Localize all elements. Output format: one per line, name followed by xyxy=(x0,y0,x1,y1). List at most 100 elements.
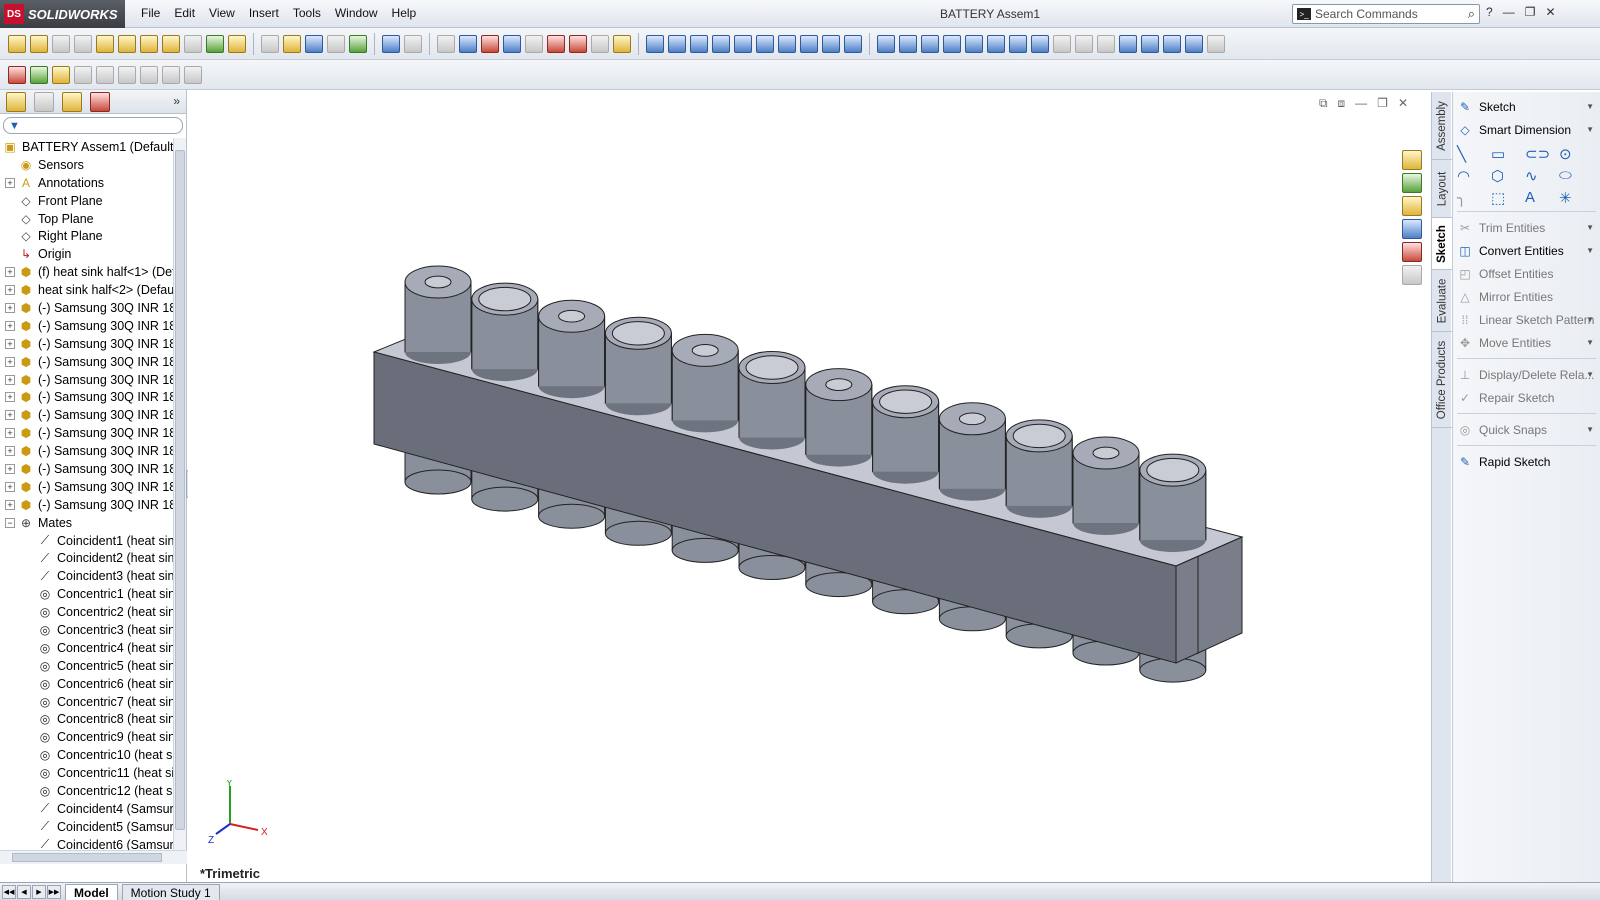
featuremanager-tab-icon[interactable] xyxy=(6,91,26,112)
restore-icon[interactable]: ❐ xyxy=(1525,5,1536,19)
hidden-lines-icon[interactable] xyxy=(1075,34,1093,53)
file-explorer-icon[interactable] xyxy=(1402,196,1422,216)
polygon-icon[interactable]: ⬡ xyxy=(1491,167,1525,185)
cell-terminal[interactable] xyxy=(958,412,986,426)
scroll-thumb[interactable] xyxy=(175,150,185,830)
rotate-icon[interactable] xyxy=(965,34,983,53)
repair-sketch-button[interactable]: ✓ Repair Sketch xyxy=(1453,386,1600,409)
expand-toggle-icon[interactable]: + xyxy=(5,302,15,313)
tree-item[interactable]: ◇ Right Plane xyxy=(0,227,173,245)
tree-item[interactable]: + ⬢ (-) Samsung 30Q INR 186 xyxy=(0,442,173,460)
expand-toggle-icon[interactable]: + xyxy=(5,374,15,385)
shaded-icon[interactable] xyxy=(1141,34,1159,53)
realview-icon[interactable] xyxy=(1207,34,1225,53)
render-final-icon[interactable] xyxy=(96,65,114,84)
appearances-scenes-icon[interactable] xyxy=(1402,242,1422,262)
print-icon[interactable] xyxy=(327,34,345,53)
view-dimetric-icon[interactable] xyxy=(844,34,862,53)
expand-toggle-icon[interactable]: + xyxy=(5,320,15,331)
mate-item[interactable]: ◎ Concentric1 (heat sin xyxy=(0,585,173,603)
tab-office-products[interactable]: Office Products xyxy=(1432,332,1452,428)
expand-toggle-icon[interactable]: − xyxy=(5,517,15,528)
shadows-icon[interactable] xyxy=(1163,34,1181,53)
fillet-icon[interactable]: ╮ xyxy=(1457,189,1491,207)
mate-item[interactable]: ⟋ Coincident3 (heat sin xyxy=(0,567,173,585)
tab-sketch[interactable]: Sketch xyxy=(1432,218,1452,270)
cell-bottom-cap[interactable] xyxy=(471,486,539,512)
tree-filter-input[interactable]: ▼ xyxy=(3,117,183,134)
mate-item[interactable]: ⟋ Coincident4 (Samsur xyxy=(0,800,173,818)
search-commands[interactable]: >_ Search Commands ⌕ xyxy=(1292,4,1480,24)
minimize-icon[interactable]: — xyxy=(1503,5,1515,19)
view-palette-icon[interactable] xyxy=(1402,219,1422,239)
next-tab-icon[interactable]: ▶ xyxy=(32,885,46,899)
mate-item[interactable]: ◎ Concentric11 (heat si xyxy=(0,764,173,782)
expand-toggle-icon[interactable]: + xyxy=(5,338,15,349)
tree-item[interactable]: ◉ Sensors xyxy=(0,156,173,174)
display-delete-relations-button[interactable]: ⊥ Display/Delete Rela... ▼ xyxy=(1453,363,1600,386)
mate-item[interactable]: ◎ Concentric8 (heat sin xyxy=(0,711,173,729)
menu-edit[interactable]: Edit xyxy=(167,6,202,20)
displaymanager-tab-icon[interactable] xyxy=(90,91,110,112)
tree-item[interactable]: + ⬢ (-) Samsung 30Q INR 186 xyxy=(0,424,173,442)
zoom-area-icon[interactable] xyxy=(899,34,917,53)
close-icon[interactable]: ✕ xyxy=(1545,5,1555,19)
dropdown-arrow-icon[interactable]: ▼ xyxy=(1586,125,1594,134)
pan-icon[interactable] xyxy=(987,34,1005,53)
toolbar-new-motion-study-icon[interactable] xyxy=(206,34,224,53)
tree-item[interactable]: + ⬢ (-) Samsung 30Q INR 186 xyxy=(0,335,173,353)
cell-bottom-cap[interactable] xyxy=(404,469,472,495)
appearance-icon[interactable] xyxy=(8,65,26,84)
mate-item[interactable]: ◎ Concentric7 (heat sin xyxy=(0,693,173,711)
rapid-sketch-button[interactable]: ✎ Rapid Sketch xyxy=(1453,450,1600,473)
cell-terminal[interactable] xyxy=(1146,457,1200,483)
zoom-selection-icon[interactable] xyxy=(943,34,961,53)
solidworks-resources-icon[interactable] xyxy=(1402,150,1422,170)
toolbar-reference-geometry-icon[interactable] xyxy=(184,34,202,53)
menu-help[interactable]: Help xyxy=(385,6,424,20)
point-icon[interactable]: ✳ xyxy=(1559,189,1593,207)
traffic-light-icon[interactable] xyxy=(481,34,499,53)
toolbar-insert-component-icon[interactable] xyxy=(8,34,26,53)
mate-item[interactable]: ⟋ Coincident6 (Samsur xyxy=(0,836,173,850)
smart-dimension-button[interactable]: ◇ Smart Dimension ▼ xyxy=(1453,118,1600,141)
linear-sketch-pattern-button[interactable]: ⁞⁞ Linear Sketch Pattern ▼ xyxy=(1453,308,1600,331)
tab-motion-study[interactable]: Motion Study 1 xyxy=(121,884,220,900)
expand-toggle-icon[interactable]: + xyxy=(5,392,15,403)
wireframe-icon[interactable] xyxy=(1053,34,1071,53)
redo-icon[interactable] xyxy=(404,34,422,53)
propertymanager-tab-icon[interactable] xyxy=(34,91,54,112)
mate-item[interactable]: ◎ Concentric4 (heat sin xyxy=(0,639,173,657)
dropdown-arrow-icon[interactable]: ▼ xyxy=(1586,102,1594,111)
search-input[interactable]: Search Commands xyxy=(1315,7,1418,21)
roll-view-icon[interactable] xyxy=(1009,34,1027,53)
expand-toggle-icon[interactable]: + xyxy=(5,446,15,457)
cell-terminal[interactable] xyxy=(478,286,532,312)
tab-model[interactable]: Model xyxy=(65,884,118,900)
cell-bottom-cap[interactable] xyxy=(671,537,739,563)
toolbar-assembly-features-icon[interactable] xyxy=(162,34,180,53)
toolbar-linear-pattern-icon[interactable] xyxy=(74,34,92,53)
tab-layout[interactable]: Layout xyxy=(1432,160,1452,218)
mate-item[interactable]: ◎ Concentric10 (heat si xyxy=(0,746,173,764)
hidden-removed-icon[interactable] xyxy=(1097,34,1115,53)
plane-sketch-icon[interactable]: ⬚ xyxy=(1491,189,1525,207)
tree-item[interactable]: + ⬢ (-) Samsung 30Q INR 186 xyxy=(0,478,173,496)
section-view-icon[interactable] xyxy=(1031,34,1049,53)
render-schedule-icon[interactable] xyxy=(162,65,180,84)
tree-item[interactable]: ◇ Front Plane xyxy=(0,192,173,210)
ellipse-icon[interactable]: ⬭ xyxy=(1559,167,1593,185)
first-tab-icon[interactable]: ◀◀ xyxy=(2,885,16,899)
mate-item[interactable]: ◎ Concentric5 (heat sin xyxy=(0,657,173,675)
cell-bottom-cap[interactable] xyxy=(604,520,672,546)
tree-root[interactable]: ▣ BATTERY Assem1 (Default< xyxy=(0,138,173,156)
view-isometric-icon[interactable] xyxy=(800,34,818,53)
scroll-thumb[interactable] xyxy=(12,853,162,862)
app-logo[interactable]: DS SOLIDWORKS xyxy=(0,0,125,28)
decal-icon[interactable] xyxy=(52,65,70,84)
toolbar-bill-of-materials-icon[interactable] xyxy=(228,34,246,53)
expand-toggle-icon[interactable]: + xyxy=(5,463,15,474)
tree-item[interactable]: + ⬢ heat sink half<2> (Defau xyxy=(0,281,173,299)
text-icon[interactable]: A xyxy=(1525,189,1559,207)
tree-item[interactable]: ↳ Origin xyxy=(0,245,173,263)
